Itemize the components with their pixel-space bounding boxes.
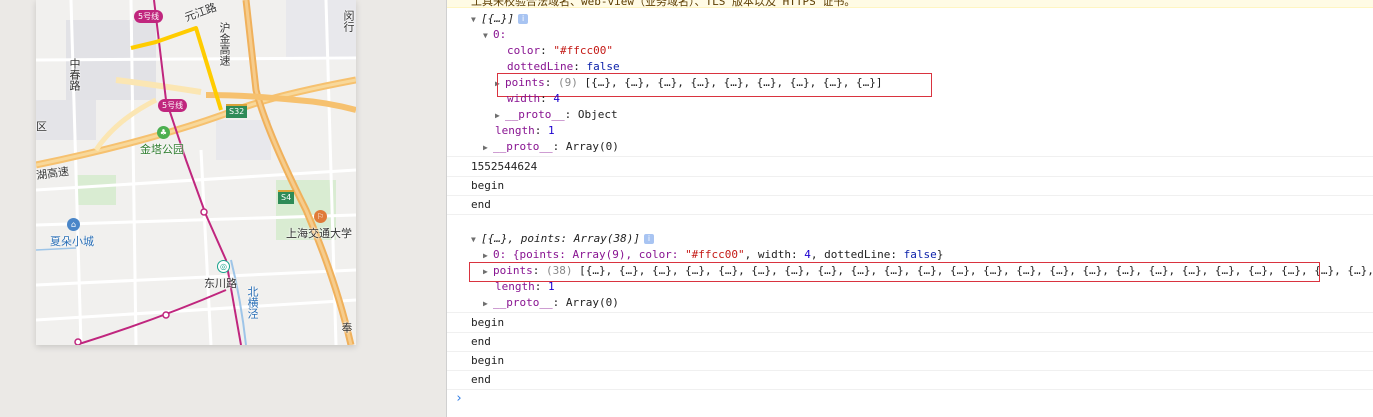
log-message: end	[471, 198, 491, 211]
highway-shield: S4	[278, 190, 295, 204]
property-key: length	[495, 280, 535, 293]
object-summary-text: [{…}]	[481, 12, 515, 25]
property-key: length	[495, 124, 535, 137]
entry-color-value: "#ffcc00"	[685, 248, 745, 261]
metro-line-badge: 5号线	[158, 99, 188, 112]
object-summary-text: [{…}, points: Array(38)]	[481, 232, 640, 245]
property-proto[interactable]: ▶ __proto__: Array(0)	[483, 139, 619, 155]
property-key: __proto__	[493, 140, 553, 153]
tree-node-0[interactable]: ▶ 0: {points: Array(9), color: "#ffcc00",…	[483, 247, 943, 263]
road-label: 沪金高速	[218, 22, 231, 66]
highlight-box	[497, 73, 932, 97]
entry-close: }	[936, 248, 944, 261]
property-value: Array(0)	[565, 296, 619, 309]
log-separator	[447, 195, 1373, 196]
devtools-console[interactable]: 工具未校验合法域名、web-view（业务域名）、TLS 版本以及 HTTPS …	[446, 0, 1373, 417]
poi-label[interactable]: 夏朵小城	[50, 233, 94, 249]
poi-label[interactable]: 金塔公园	[140, 141, 184, 157]
expand-triangle-icon[interactable]: ▶	[495, 108, 505, 124]
property-value: 4	[553, 92, 560, 105]
property-width: width: 4	[507, 92, 560, 105]
property-key: width	[507, 92, 541, 105]
property-value: 1	[548, 280, 555, 293]
metro-station-icon[interactable]: ◎	[217, 260, 230, 273]
property-length: length: 1	[495, 124, 555, 137]
log-separator	[447, 370, 1373, 371]
map-canvas	[36, 0, 356, 345]
log-separator	[447, 176, 1373, 177]
map-view[interactable]: 5号线 5号线 元江路 沪金高速 中春路 区 闵行 S32 S4 ♣ 金塔公园 …	[36, 0, 356, 345]
log-separator	[447, 312, 1373, 313]
collapse-triangle-icon[interactable]: ▼	[471, 12, 481, 28]
expand-triangle-icon[interactable]: ▶	[483, 140, 493, 156]
entry-dotted-value: false	[903, 248, 937, 261]
info-icon[interactable]: i	[518, 14, 529, 24]
river-label: 北横泾	[246, 286, 259, 319]
property-value: Object	[577, 108, 618, 121]
collapse-triangle-icon[interactable]: ▼	[471, 232, 481, 248]
metro-line-badge: 5号线	[134, 10, 164, 23]
park-icon[interactable]: ♣	[157, 126, 170, 139]
road-label: 奉	[340, 322, 353, 333]
road-label: 中春路	[68, 58, 81, 91]
property-value: false	[586, 60, 620, 73]
log-separator	[447, 214, 1373, 215]
log-separator	[447, 332, 1373, 333]
log-message: begin	[471, 316, 505, 329]
district-label: 区	[36, 120, 47, 133]
poi-label[interactable]: 上海交通大学	[286, 225, 352, 241]
entry-width-value: 4	[804, 248, 811, 261]
log-message: 1552544624	[471, 160, 538, 173]
property-value: Array(0)	[565, 140, 619, 153]
property-length: length: 1	[495, 280, 555, 293]
log-message: begin	[471, 354, 505, 367]
index-key: 0:	[493, 28, 507, 41]
warning-banner: 工具未校验合法域名、web-view（业务域名）、TLS 版本以及 HTTPS …	[447, 0, 1373, 8]
console-prompt-icon[interactable]: ›	[455, 391, 463, 406]
simulator-pane: 5号线 5号线 元江路 沪金高速 中春路 区 闵行 S32 S4 ♣ 金塔公园 …	[0, 0, 446, 417]
console-object-summary[interactable]: ▼ [{…}, points: Array(38)] i	[471, 231, 654, 247]
expand-triangle-icon[interactable]: ▶	[483, 296, 493, 312]
property-proto[interactable]: ▶ __proto__: Array(0)	[483, 295, 619, 311]
tree-node-0[interactable]: ▼ 0:	[483, 27, 506, 43]
entry-preview: 0: {points: Array(9), color:	[493, 248, 686, 261]
highlight-box	[469, 262, 1320, 282]
entry-key: , dottedLine:	[810, 248, 904, 261]
warning-text: 工具未校验合法域名、web-view（业务域名）、TLS 版本以及 HTTPS …	[471, 0, 856, 8]
station-label[interactable]: 东川路	[204, 275, 237, 291]
log-separator	[447, 156, 1373, 157]
log-separator	[447, 389, 1373, 390]
entry-key: , width:	[744, 248, 805, 261]
console-object-summary[interactable]: ▼ [{…}] i	[471, 11, 529, 28]
highway-shield: S32	[226, 104, 248, 118]
school-icon[interactable]: ⚐	[314, 210, 327, 223]
property-value: 1	[548, 124, 555, 137]
property-color: color: "#ffcc00"	[507, 44, 613, 57]
property-key: __proto__	[505, 108, 565, 121]
property-key: dottedLine	[507, 60, 574, 73]
log-message: end	[471, 373, 491, 386]
log-separator	[447, 351, 1373, 352]
property-key: __proto__	[493, 296, 553, 309]
home-icon[interactable]: ⌂	[67, 218, 80, 231]
property-key: color	[507, 44, 541, 57]
info-icon[interactable]: i	[643, 234, 654, 244]
property-value: "#ffcc00"	[553, 44, 613, 57]
log-message: begin	[471, 179, 505, 192]
district-label: 闵行	[342, 10, 355, 32]
property-proto[interactable]: ▶ __proto__: Object	[495, 107, 618, 123]
collapse-triangle-icon[interactable]: ▼	[483, 28, 493, 44]
log-message: end	[471, 335, 491, 348]
